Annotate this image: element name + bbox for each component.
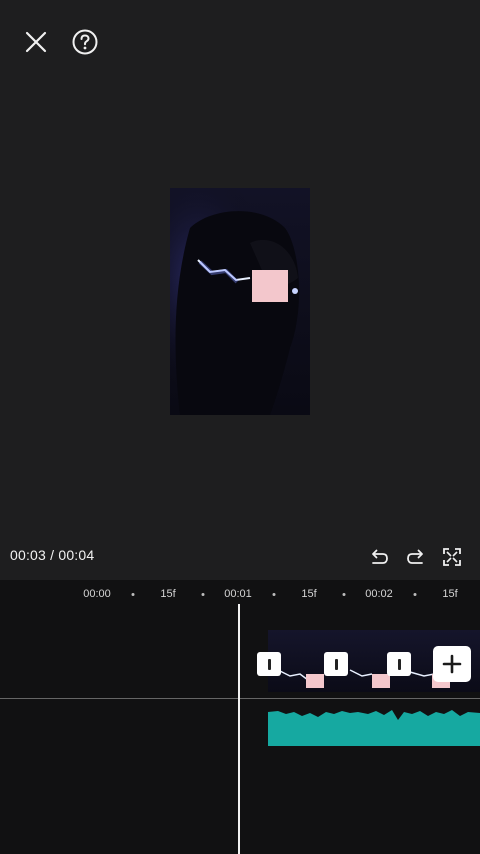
audio-track[interactable] [268, 708, 480, 746]
playhead[interactable] [238, 604, 240, 854]
track-divider [0, 698, 480, 699]
video-preview[interactable] [170, 188, 310, 415]
fullscreen-icon[interactable] [439, 544, 465, 570]
total-time: 00:04 [58, 547, 95, 563]
help-icon[interactable] [69, 26, 101, 58]
ruler-dot [131, 593, 135, 596]
playback-bar: 00:03 / 00:04 [0, 540, 480, 572]
current-time: 00:03 [10, 547, 47, 563]
ruler-label: 15f [301, 588, 317, 600]
undo-icon[interactable] [366, 544, 392, 570]
transition-icon[interactable] [324, 652, 348, 676]
redo-icon[interactable] [403, 544, 429, 570]
ruler-dot [272, 593, 276, 596]
top-bar [0, 0, 480, 86]
ruler-label: 15f [160, 588, 176, 600]
close-icon[interactable] [20, 26, 52, 58]
add-clip-button[interactable] [433, 646, 471, 682]
ruler-dot [413, 593, 417, 596]
ruler-label: 00:00 [83, 588, 111, 600]
ruler-label: 00:01 [224, 588, 252, 600]
timeline[interactable]: 00:00 15f 00:01 15f 00:02 15f [0, 580, 480, 854]
ruler-dot [201, 593, 205, 596]
time-readout: 00:03 / 00:04 [10, 547, 94, 563]
ruler-label: 15f [442, 588, 458, 600]
plus-icon [442, 654, 462, 674]
ruler-label: 00:02 [365, 588, 393, 600]
transition-icon[interactable] [257, 652, 281, 676]
transition-icon[interactable] [387, 652, 411, 676]
time-ruler[interactable]: 00:00 15f 00:01 15f 00:02 15f [0, 580, 480, 608]
audio-waveform [268, 710, 480, 746]
time-separator: / [46, 547, 59, 563]
ruler-dot [342, 593, 346, 596]
